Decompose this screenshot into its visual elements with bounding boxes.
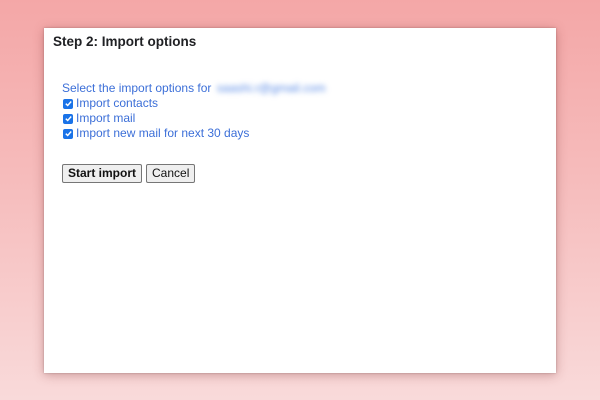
import-contacts-label[interactable]: Import contacts	[76, 96, 158, 111]
option-import-contacts[interactable]: Import contacts	[62, 96, 326, 111]
import-options-content: Select the import options for saashi.r@g…	[62, 80, 326, 141]
import-new-mail-label[interactable]: Import new mail for next 30 days	[76, 126, 249, 141]
import-prompt: Select the import options for saashi.r@g…	[62, 80, 326, 96]
import-contacts-checkbox[interactable]	[63, 98, 73, 109]
checkmark-icon	[64, 131, 72, 137]
import-prompt-text: Select the import options for	[62, 81, 212, 95]
checkmark-icon	[64, 101, 72, 107]
account-email: saashi.r@gmail.com	[216, 81, 326, 95]
option-import-mail[interactable]: Import mail	[62, 111, 326, 126]
import-new-mail-checkbox[interactable]	[63, 128, 73, 139]
start-import-button[interactable]: Start import	[62, 164, 143, 183]
import-options-dialog: Step 2: Import options Select the import…	[44, 28, 556, 373]
import-mail-checkbox[interactable]	[63, 113, 73, 124]
dialog-buttons: Start import Cancel	[62, 164, 196, 183]
cancel-button[interactable]: Cancel	[146, 164, 196, 183]
option-import-new-mail[interactable]: Import new mail for next 30 days	[62, 126, 326, 141]
dialog-title: Step 2: Import options	[53, 34, 197, 49]
checkmark-icon	[64, 116, 72, 122]
import-mail-label[interactable]: Import mail	[76, 111, 135, 126]
